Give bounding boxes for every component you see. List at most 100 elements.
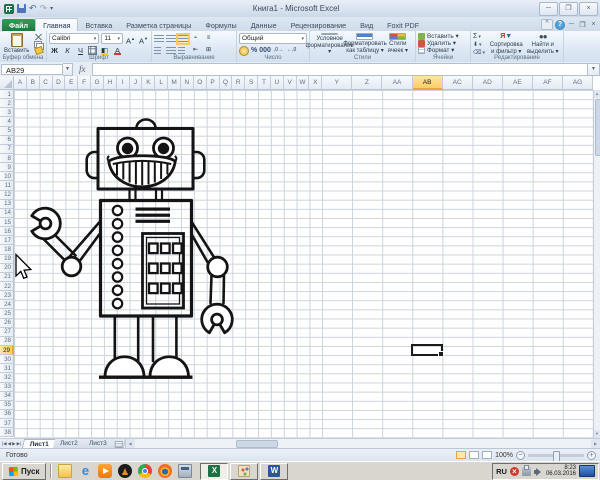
grow-font-icon[interactable]: А▲ bbox=[125, 33, 136, 44]
row-header-37[interactable]: 37 bbox=[0, 419, 14, 428]
column-header-AD[interactable]: AD bbox=[473, 76, 503, 90]
column-header-Y[interactable]: Y bbox=[322, 76, 352, 90]
close-button[interactable]: × bbox=[579, 2, 598, 16]
row-header-3[interactable]: 3 bbox=[0, 108, 14, 117]
column-header-T[interactable]: T bbox=[258, 76, 271, 90]
taskbar-button-excel[interactable]: X bbox=[200, 463, 228, 480]
redo-icon[interactable]: ↷ bbox=[40, 4, 48, 13]
tab-Рецензирование[interactable]: Рецензирование bbox=[284, 19, 354, 31]
tab-Вставка[interactable]: Вставка bbox=[78, 19, 119, 31]
row-header-14[interactable]: 14 bbox=[0, 209, 14, 218]
clock[interactable]: 8:23 06.03.2016 bbox=[546, 465, 576, 478]
tab-Разметка страницы[interactable]: Разметка страницы bbox=[119, 19, 198, 31]
row-header-4[interactable]: 4 bbox=[0, 117, 14, 126]
column-header-X[interactable]: X bbox=[309, 76, 322, 90]
wrap-text-icon[interactable]: ≡ bbox=[203, 33, 214, 44]
column-header-F[interactable]: F bbox=[78, 76, 91, 90]
insert-worksheet-icon[interactable] bbox=[111, 439, 126, 448]
folder-icon[interactable] bbox=[58, 464, 72, 478]
save-icon[interactable] bbox=[17, 4, 26, 13]
row-header-13[interactable]: 13 bbox=[0, 200, 14, 209]
row-header-7[interactable]: 7 bbox=[0, 145, 14, 154]
column-header-E[interactable]: E bbox=[65, 76, 78, 90]
column-header-K[interactable]: K bbox=[142, 76, 155, 90]
font-size-select[interactable]: 11▾ bbox=[101, 33, 123, 44]
normal-view-icon[interactable] bbox=[456, 451, 466, 459]
tab-Вид[interactable]: Вид bbox=[353, 19, 380, 31]
align-top-icon[interactable] bbox=[154, 35, 164, 43]
align-right-icon[interactable] bbox=[178, 47, 188, 55]
row-header-22[interactable]: 22 bbox=[0, 282, 14, 291]
sheet-tab-Лист3[interactable]: Лист3 bbox=[82, 439, 115, 448]
vertical-scroll-thumb[interactable] bbox=[595, 99, 600, 156]
shrink-font-icon[interactable]: А▼ bbox=[138, 33, 149, 44]
row-header-21[interactable]: 21 bbox=[0, 273, 14, 282]
column-header-C[interactable]: C bbox=[40, 76, 53, 90]
firefox-icon[interactable] bbox=[158, 464, 172, 478]
scroll-down-icon[interactable]: ▼ bbox=[594, 430, 600, 438]
row-header-6[interactable]: 6 bbox=[0, 136, 14, 145]
minimize-ribbon-icon[interactable]: ^ bbox=[541, 19, 553, 30]
row-header-36[interactable]: 36 bbox=[0, 410, 14, 419]
paste-button[interactable]: Вставить bbox=[2, 33, 31, 54]
tab-Файл[interactable]: Файл bbox=[2, 19, 35, 31]
row-header-15[interactable]: 15 bbox=[0, 218, 14, 227]
column-header-O[interactable]: O bbox=[194, 76, 207, 90]
align-left-icon[interactable] bbox=[154, 47, 164, 55]
row-header-16[interactable]: 16 bbox=[0, 227, 14, 236]
formula-input[interactable] bbox=[92, 63, 588, 76]
column-header-Z[interactable]: Z bbox=[352, 76, 382, 90]
zoom-slider[interactable] bbox=[528, 454, 584, 457]
column-header-Q[interactable]: Q bbox=[220, 76, 233, 90]
aimp-icon[interactable] bbox=[118, 464, 132, 478]
excel-logo-icon[interactable] bbox=[4, 4, 14, 14]
row-header-35[interactable]: 35 bbox=[0, 401, 14, 410]
align-center-icon[interactable] bbox=[166, 47, 176, 55]
row-header-31[interactable]: 31 bbox=[0, 364, 14, 373]
currency-icon[interactable] bbox=[239, 46, 249, 56]
column-header-J[interactable]: J bbox=[130, 76, 143, 90]
row-header-8[interactable]: 8 bbox=[0, 154, 14, 163]
horizontal-scrollbar[interactable]: ◀ ▶ bbox=[125, 439, 600, 448]
column-header-AA[interactable]: AA bbox=[382, 76, 412, 90]
borders-icon[interactable] bbox=[88, 46, 97, 55]
row-header-11[interactable]: 11 bbox=[0, 181, 14, 190]
row-header-24[interactable]: 24 bbox=[0, 300, 14, 309]
tab-Данные[interactable]: Данные bbox=[244, 19, 284, 31]
insert-function-icon[interactable]: fx bbox=[73, 64, 92, 74]
row-header-28[interactable]: 28 bbox=[0, 337, 14, 346]
taskbar-button-word[interactable]: W bbox=[260, 463, 288, 480]
number-format-select[interactable]: Общий▾ bbox=[239, 33, 307, 44]
column-header-W[interactable]: W bbox=[297, 76, 310, 90]
column-header-AC[interactable]: AC bbox=[443, 76, 473, 90]
show-desktop-icon[interactable] bbox=[579, 465, 595, 477]
row-header-9[interactable]: 9 bbox=[0, 163, 14, 172]
selected-cell[interactable] bbox=[411, 344, 443, 355]
column-header-M[interactable]: M bbox=[168, 76, 181, 90]
row-header-25[interactable]: 25 bbox=[0, 309, 14, 318]
horizontal-scroll-thumb[interactable] bbox=[236, 440, 278, 448]
row-header-26[interactable]: 26 bbox=[0, 319, 14, 328]
row-header-32[interactable]: 32 bbox=[0, 373, 14, 382]
tab-Формулы[interactable]: Формулы bbox=[198, 19, 243, 31]
row-header-5[interactable]: 5 bbox=[0, 127, 14, 136]
insert-cells-button[interactable]: Вставить ▾ bbox=[418, 33, 468, 40]
autosum-button[interactable]: Σ▾ bbox=[473, 33, 485, 40]
scroll-left-icon[interactable]: ◀ bbox=[126, 439, 135, 448]
row-header-38[interactable]: 38 bbox=[0, 428, 14, 437]
internet-explorer-icon[interactable] bbox=[78, 464, 92, 478]
column-header-P[interactable]: P bbox=[207, 76, 220, 90]
taskbar-button-paint[interactable] bbox=[230, 463, 258, 480]
next-sheet-icon[interactable]: ▶ bbox=[12, 441, 15, 447]
volume-icon[interactable] bbox=[534, 467, 543, 476]
row-header-33[interactable]: 33 bbox=[0, 383, 14, 392]
delete-cells-button[interactable]: Удалить ▾ bbox=[418, 40, 468, 47]
column-header-AB[interactable]: AB bbox=[413, 76, 443, 90]
scroll-up-icon[interactable]: ▲ bbox=[594, 90, 600, 98]
tab-Главная[interactable]: Главная bbox=[35, 18, 78, 31]
column-header-N[interactable]: N bbox=[181, 76, 194, 90]
row-header-30[interactable]: 30 bbox=[0, 355, 14, 364]
column-header-B[interactable]: B bbox=[27, 76, 40, 90]
column-header-U[interactable]: U bbox=[271, 76, 284, 90]
cut-icon[interactable] bbox=[34, 34, 43, 40]
